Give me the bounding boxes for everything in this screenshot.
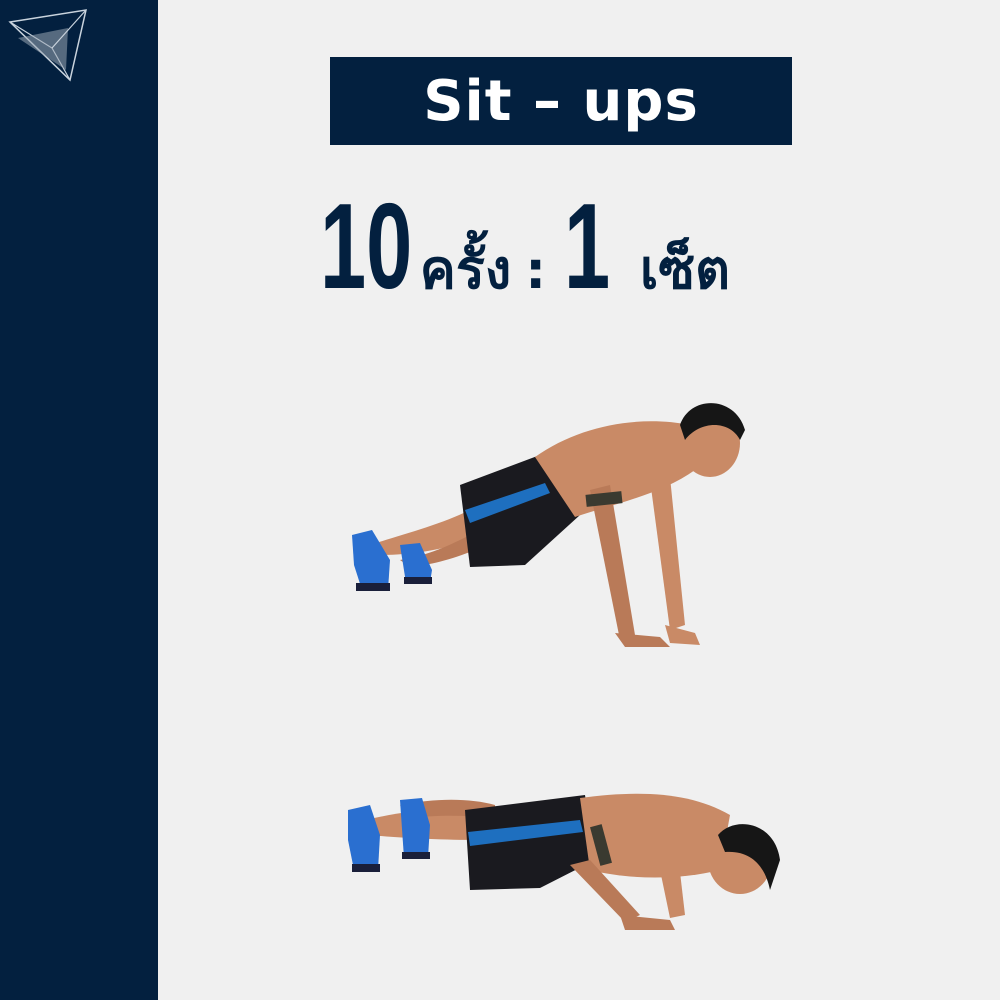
exercise-title: Sit – ups	[423, 68, 699, 134]
triangle-logo-icon	[8, 9, 87, 82]
sets-count: 1	[564, 178, 611, 314]
reps-separator: :	[525, 241, 546, 301]
reps-sets-line: 10 ครั้ง : 1 เซ็ต	[320, 185, 820, 310]
reps-unit: ครั้ง	[419, 238, 512, 301]
sets-unit: เซ็ต	[639, 238, 731, 301]
reps-count: 10	[320, 178, 413, 314]
sidebar-panel	[0, 0, 158, 1000]
exercise-figure-down	[348, 793, 780, 930]
exercise-figure-up	[352, 403, 745, 647]
title-banner: Sit – ups	[330, 57, 792, 145]
